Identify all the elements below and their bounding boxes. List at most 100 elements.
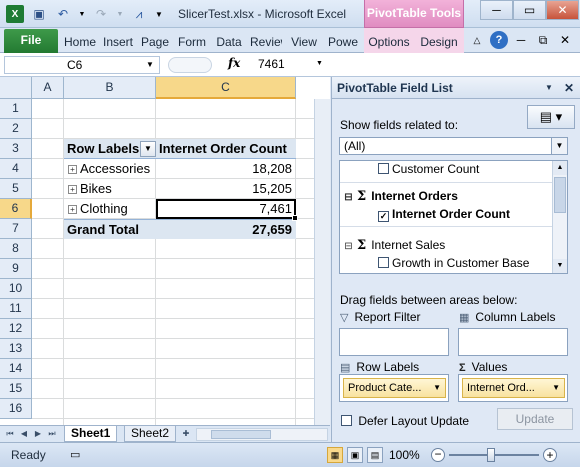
field-checkbox[interactable] — [378, 257, 389, 268]
excel-logo-icon[interactable]: X — [6, 5, 24, 23]
tab-review[interactable]: Review — [250, 32, 282, 53]
save-icon[interactable]: ▣ — [30, 5, 48, 23]
horizontal-scroll-thumb[interactable] — [211, 430, 271, 439]
row-header-9[interactable]: 9 — [0, 259, 32, 279]
field-checkbox-checked[interactable]: ✓ — [378, 211, 389, 222]
close-pane-icon[interactable]: ✕ — [561, 80, 577, 96]
measure-group-item[interactable]: ⊟ Σ Internet Orders — [344, 187, 458, 205]
collapse-icon[interactable]: ⊟ — [344, 193, 353, 203]
row-header-1[interactable]: 1 — [0, 99, 32, 119]
field-item[interactable]: ✓ Internet Order Count — [378, 205, 510, 223]
row-header-16[interactable]: 16 — [0, 399, 32, 419]
sheet-tab-sheet1[interactable]: Sheet1 — [64, 426, 118, 442]
grand-total-label[interactable]: Grand Total — [64, 219, 156, 239]
previous-sheet-icon[interactable]: ◀ — [18, 428, 30, 440]
tab-design[interactable]: Design — [416, 32, 462, 53]
tab-options[interactable]: Options — [364, 32, 414, 53]
show-fields-select[interactable]: (All) ▼ — [339, 137, 568, 155]
tab-insert[interactable]: Insert — [102, 32, 134, 53]
horizontal-scrollbar[interactable] — [196, 428, 328, 441]
tab-formulas[interactable]: Form — [176, 32, 208, 53]
macro-record-icon[interactable]: ▭ — [70, 448, 80, 461]
redo-dropdown-icon[interactable]: ▼ — [116, 5, 124, 23]
values-field-pill[interactable]: Internet Ord... ▼ — [462, 378, 565, 398]
row-header-13[interactable]: 13 — [0, 339, 32, 359]
collapse-icon[interactable]: ⊟ — [344, 242, 353, 252]
pivot-row-label[interactable]: + Accessories — [64, 159, 156, 179]
zoom-in-icon[interactable]: + — [543, 448, 557, 462]
formula-bar-splitter-icon[interactable] — [168, 57, 212, 73]
row-header-8[interactable]: 8 — [0, 239, 32, 259]
customize-toolbar-icon[interactable]: ▼ — [154, 5, 164, 23]
column-labels-drop-area[interactable] — [458, 328, 568, 356]
zoom-slider-thumb[interactable] — [487, 448, 495, 462]
fill-handle[interactable] — [292, 215, 298, 221]
tab-data[interactable]: Data — [214, 32, 244, 53]
expand-icon[interactable]: + — [68, 185, 77, 194]
row-header-15[interactable]: 15 — [0, 379, 32, 399]
field-checkbox[interactable] — [378, 163, 389, 174]
row-header-4[interactable]: 4 — [0, 159, 32, 179]
row-header-6[interactable]: 6 — [0, 199, 32, 219]
defer-layout-update-checkbox[interactable]: Defer Layout Update — [341, 414, 469, 428]
pivot-row-label[interactable]: + Clothing — [64, 199, 156, 219]
row-header-5[interactable]: 5 — [0, 179, 32, 199]
window-minimize-icon[interactable]: ─ — [512, 31, 530, 49]
row-labels-drop-area[interactable]: Product Cate... ▼ — [339, 374, 449, 402]
field-tree-scrollbar[interactable]: ▲ ▼ — [552, 161, 567, 273]
window-close-icon[interactable]: ✕ — [556, 31, 574, 49]
redo-icon[interactable]: ↷ — [92, 5, 110, 23]
last-sheet-icon[interactable]: ⏭ — [46, 428, 58, 440]
field-item[interactable]: Customer Count — [378, 161, 479, 178]
next-sheet-icon[interactable]: ▶ — [32, 428, 44, 440]
value-header[interactable]: Internet Order Count — [156, 139, 296, 159]
row-header-2[interactable]: 2 — [0, 119, 32, 139]
maximize-icon[interactable]: ▭ — [513, 0, 546, 20]
row-labels-filter-icon[interactable]: ▼ — [140, 141, 156, 157]
defer-checkbox-box[interactable] — [341, 415, 352, 426]
insert-sheet-icon[interactable]: ✚ — [180, 428, 192, 440]
scroll-thumb[interactable] — [554, 177, 566, 213]
first-sheet-icon[interactable]: ⏮ — [4, 428, 16, 440]
report-filter-drop-area[interactable] — [339, 328, 449, 356]
expand-icon[interactable]: + — [68, 205, 77, 214]
sheet-tab-sheet2[interactable]: Sheet2 — [124, 426, 177, 442]
pivot-row-value[interactable]: 15,205 — [156, 179, 296, 199]
pivot-row-label[interactable]: + Bikes — [64, 179, 156, 199]
worksheet-grid[interactable]: A B C Row Labels Internet Order Count ▼ … — [0, 77, 330, 425]
chevron-down-icon[interactable]: ▼ — [552, 379, 560, 397]
formula-input[interactable]: 7461 — [258, 56, 285, 74]
expand-formula-bar-icon[interactable]: ▼ — [316, 60, 323, 67]
chart-icon[interactable]: ⩘ — [130, 5, 148, 23]
column-header-a[interactable]: A — [32, 77, 64, 99]
row-header-7[interactable]: 7 — [0, 219, 32, 239]
zoom-out-icon[interactable]: − — [431, 448, 445, 462]
select-all-corner[interactable] — [0, 77, 32, 99]
measure-group-item[interactable]: ⊟ Σ Internet Sales — [344, 236, 445, 254]
field-tree[interactable]: Customer Count ⊟ Σ Internet Orders ✓ Intern… — [339, 160, 568, 274]
zoom-level[interactable]: 100% — [389, 448, 420, 462]
page-layout-view-icon[interactable]: ▣ — [347, 447, 363, 463]
field-item[interactable]: Growth in Customer Base — [378, 254, 529, 272]
row-header-11[interactable]: 11 — [0, 299, 32, 319]
field-list-layout-button[interactable]: ▤ ▾ — [527, 105, 575, 129]
file-tab[interactable]: File — [4, 29, 58, 53]
chevron-down-icon[interactable]: ▼ — [433, 379, 441, 397]
tab-page-layout[interactable]: Page — [140, 32, 170, 53]
grand-total-value[interactable]: 27,659 — [156, 219, 296, 239]
row-header-12[interactable]: 12 — [0, 319, 32, 339]
normal-view-icon[interactable]: ▦ — [327, 447, 343, 463]
name-box[interactable]: C6 — [4, 56, 160, 74]
undo-icon[interactable]: ↶ — [54, 5, 72, 23]
insert-function-icon[interactable]: fx — [228, 56, 240, 70]
pivot-row-value[interactable]: 18,208 — [156, 159, 296, 179]
window-restore-icon[interactable]: ⧉ — [534, 31, 552, 49]
chevron-down-icon[interactable]: ▼ — [551, 138, 567, 154]
tab-powerpivot[interactable]: Powe — [326, 32, 360, 53]
row-header-10[interactable]: 10 — [0, 279, 32, 299]
vertical-scrollbar[interactable] — [314, 99, 330, 425]
page-break-preview-icon[interactable]: ▤ — [367, 447, 383, 463]
expand-icon[interactable]: + — [68, 165, 77, 174]
undo-dropdown-icon[interactable]: ▼ — [78, 5, 86, 23]
minimize-ribbon-icon[interactable]: △ — [468, 31, 486, 49]
